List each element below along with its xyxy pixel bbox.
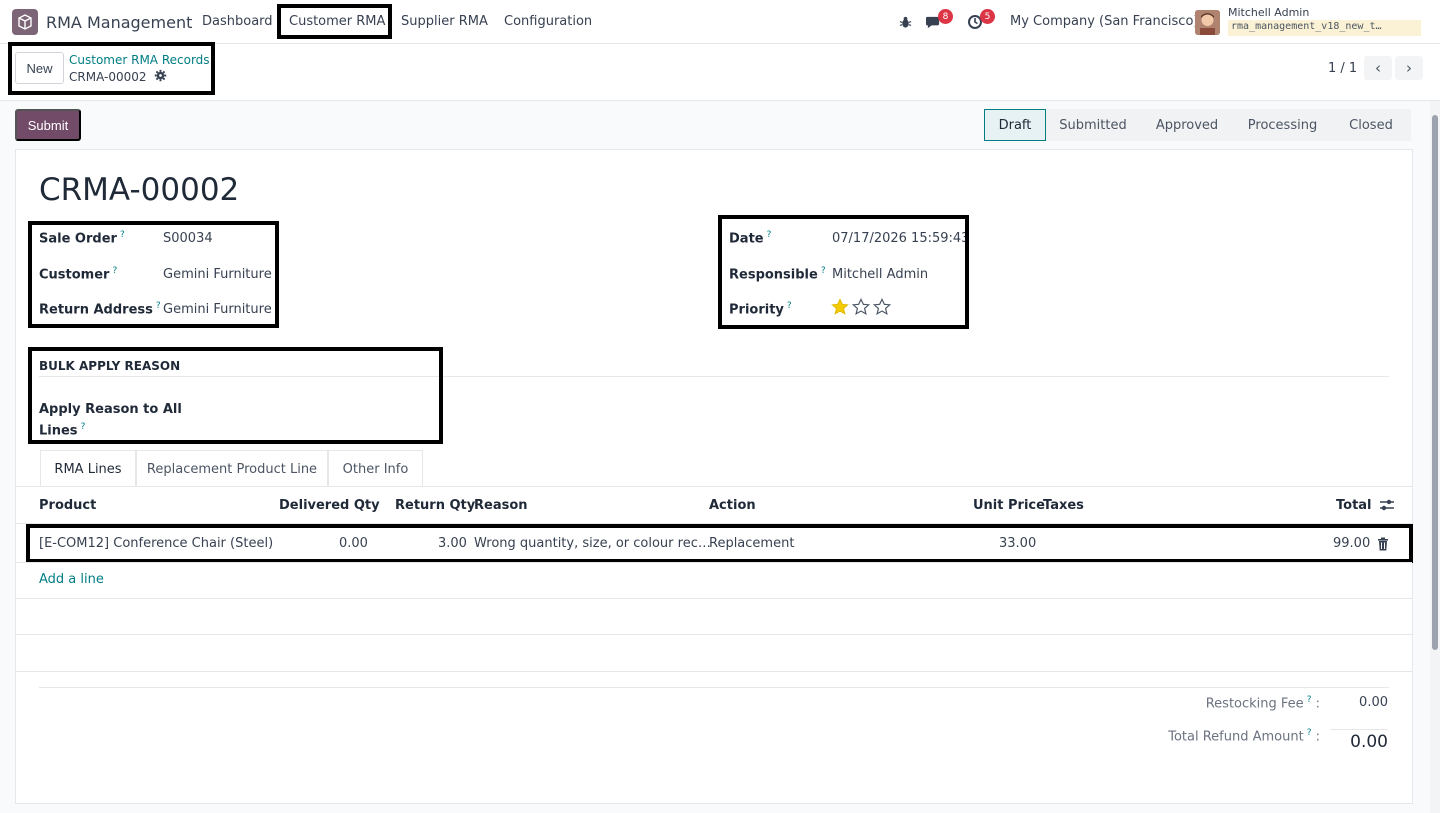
row-divider bbox=[16, 634, 1412, 635]
app-logo-icon[interactable] bbox=[12, 9, 38, 35]
total-refund-label: Total Refund Amount? : bbox=[1168, 728, 1320, 745]
tab-rma-lines[interactable]: RMA Lines bbox=[40, 450, 136, 487]
stage-draft[interactable]: Draft bbox=[984, 109, 1046, 141]
stage-closed[interactable]: Closed bbox=[1331, 109, 1411, 141]
column-reason[interactable]: Reason bbox=[474, 498, 528, 513]
stage-approved[interactable]: Approved bbox=[1140, 109, 1234, 141]
app-name[interactable]: RMA Management bbox=[46, 13, 192, 32]
debug-bug-icon[interactable] bbox=[896, 13, 914, 31]
stage-submitted[interactable]: Submitted bbox=[1046, 109, 1140, 141]
tab-other-info[interactable]: Other Info bbox=[328, 450, 423, 487]
highlight-left-fields bbox=[28, 221, 279, 328]
pager-previous-button[interactable]: ‹ bbox=[1364, 56, 1392, 80]
highlight-customer-rma bbox=[277, 4, 392, 39]
scrollbar-thumb[interactable] bbox=[1432, 115, 1438, 650]
record-title: CRMA-00002 bbox=[39, 172, 240, 208]
column-return-qty[interactable]: Return Qty bbox=[395, 498, 475, 513]
column-action[interactable]: Action bbox=[709, 498, 756, 513]
column-total[interactable]: Total bbox=[1336, 498, 1372, 513]
database-name: rma_management_v18_new_t… bbox=[1228, 20, 1421, 36]
submit-button[interactable]: Submit bbox=[15, 109, 81, 141]
chevron-left-icon: ‹ bbox=[1375, 59, 1381, 77]
restocking-fee-label: Restocking Fee? : bbox=[1205, 695, 1320, 712]
messages-badge: 8 bbox=[938, 9, 953, 24]
column-unit-price[interactable]: Unit Price bbox=[973, 498, 1045, 513]
stage-processing[interactable]: Processing bbox=[1234, 109, 1331, 141]
company-switcher[interactable]: My Company (San Francisco) bbox=[1010, 14, 1198, 29]
restocking-fee-value: 0.00 bbox=[1359, 695, 1388, 710]
tabs-divider bbox=[16, 486, 1412, 487]
help-tooltip-icon[interactable]: ? bbox=[1307, 728, 1312, 738]
optional-columns-icon[interactable] bbox=[1379, 498, 1395, 512]
chevron-right-icon: › bbox=[1406, 59, 1412, 77]
user-avatar[interactable] bbox=[1195, 10, 1220, 35]
highlight-right-fields bbox=[718, 215, 969, 329]
top-navbar: RMA Management Dashboard Customer RMA Su… bbox=[0, 0, 1440, 44]
totals-divider bbox=[39, 687, 1389, 688]
user-name[interactable]: Mitchell Admin bbox=[1228, 6, 1309, 19]
column-product[interactable]: Product bbox=[39, 498, 96, 513]
status-bar: Draft Submitted Approved Processing Clos… bbox=[984, 109, 1411, 141]
highlight-bulk-apply bbox=[28, 347, 443, 444]
highlight-breadcrumb-area bbox=[8, 42, 215, 95]
menu-supplier-rma[interactable]: Supplier RMA bbox=[401, 14, 488, 29]
pager-value[interactable]: 1 / 1 bbox=[1328, 61, 1357, 76]
row-divider bbox=[16, 562, 1412, 563]
box-icon bbox=[18, 14, 32, 30]
row-divider bbox=[16, 598, 1412, 599]
column-delivered-qty[interactable]: Delivered Qty bbox=[279, 498, 380, 513]
tab-replacement-product-line[interactable]: Replacement Product Line bbox=[136, 450, 328, 487]
total-refund-value: 0.00 bbox=[1330, 729, 1388, 752]
help-tooltip-icon[interactable]: ? bbox=[1307, 695, 1312, 705]
add-a-line-link[interactable]: Add a line bbox=[39, 572, 104, 587]
menu-dashboard[interactable]: Dashboard bbox=[202, 14, 273, 29]
row-divider bbox=[16, 671, 1412, 672]
highlight-rma-line bbox=[26, 524, 1413, 563]
pager-next-button[interactable]: › bbox=[1395, 56, 1423, 80]
activities-badge: 5 bbox=[980, 9, 995, 24]
menu-configuration[interactable]: Configuration bbox=[504, 14, 592, 29]
column-taxes[interactable]: Taxes bbox=[1043, 498, 1084, 513]
